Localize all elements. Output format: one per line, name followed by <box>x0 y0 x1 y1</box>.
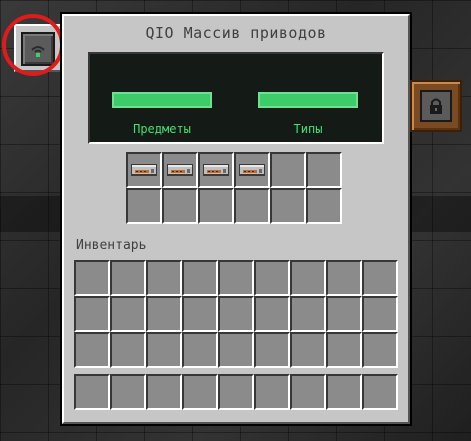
inventory-slot[interactable] <box>254 332 290 368</box>
qio-drive-icon <box>167 164 193 176</box>
hotbar-slot[interactable] <box>218 374 254 410</box>
inventory-slot[interactable] <box>218 296 254 332</box>
side-tab-right <box>410 80 462 132</box>
inventory-slot[interactable] <box>326 332 362 368</box>
drive-slot[interactable] <box>126 152 162 188</box>
inventory-slot[interactable] <box>182 296 218 332</box>
drive-slot[interactable] <box>234 152 270 188</box>
inventory-slot[interactable] <box>254 260 290 296</box>
inventory-slot[interactable] <box>290 296 326 332</box>
stats-screen: Предметы Типы <box>88 52 384 144</box>
signal-icon <box>31 46 45 57</box>
inventory-slot[interactable] <box>362 332 398 368</box>
hotbar-slot[interactable] <box>182 374 218 410</box>
lock-icon <box>430 98 442 114</box>
qio-drive-icon <box>203 164 229 176</box>
items-bar <box>112 92 212 108</box>
lock-button[interactable] <box>420 90 452 122</box>
inventory-slot[interactable] <box>182 260 218 296</box>
inventory-slot[interactable] <box>74 332 110 368</box>
inventory-slot[interactable] <box>146 332 182 368</box>
hotbar-slot[interactable] <box>326 374 362 410</box>
inventory-slot[interactable] <box>290 332 326 368</box>
drive-slot[interactable] <box>306 152 342 188</box>
inventory-slot[interactable] <box>110 296 146 332</box>
window-title: QIO Массив приводов <box>145 24 327 42</box>
drive-slot[interactable] <box>162 152 198 188</box>
inventory-slot[interactable] <box>254 296 290 332</box>
drive-slot[interactable] <box>198 152 234 188</box>
types-label: Типы <box>293 122 323 136</box>
hotbar-slot[interactable] <box>290 374 326 410</box>
inventory-label: Инвентарь <box>76 238 147 253</box>
signal-button[interactable] <box>21 32 55 66</box>
inventory-slot[interactable] <box>362 296 398 332</box>
inventory-slot[interactable] <box>182 332 218 368</box>
inventory-slot[interactable] <box>362 260 398 296</box>
hotbar-slot[interactable] <box>146 374 182 410</box>
drive-slot[interactable] <box>198 188 234 224</box>
drive-slot[interactable] <box>306 188 342 224</box>
side-tab-left <box>14 24 62 72</box>
inventory-slot[interactable] <box>218 332 254 368</box>
drive-slot[interactable] <box>270 188 306 224</box>
hotbar-slot[interactable] <box>110 374 146 410</box>
qio-drive-array-panel: QIO Массив приводов Предметы Типы Инвент… <box>60 12 412 426</box>
inventory-slot[interactable] <box>146 260 182 296</box>
inventory-slot[interactable] <box>326 296 362 332</box>
inventory-slot[interactable] <box>74 296 110 332</box>
inventory-slot[interactable] <box>110 332 146 368</box>
inventory-slot[interactable] <box>218 260 254 296</box>
inventory-slot[interactable] <box>290 260 326 296</box>
drive-slot[interactable] <box>270 152 306 188</box>
inventory-slot[interactable] <box>326 260 362 296</box>
inventory-slot[interactable] <box>110 260 146 296</box>
inventory-slot[interactable] <box>74 260 110 296</box>
qio-drive-icon <box>239 164 265 176</box>
hotbar-slot[interactable] <box>254 374 290 410</box>
drive-slot[interactable] <box>162 188 198 224</box>
items-label: Предметы <box>133 122 191 136</box>
types-bar <box>258 92 358 108</box>
qio-drive-icon <box>131 164 157 176</box>
drive-slot[interactable] <box>234 188 270 224</box>
hotbar-slot[interactable] <box>362 374 398 410</box>
drive-slot[interactable] <box>126 188 162 224</box>
inventory-slot[interactable] <box>146 296 182 332</box>
hotbar-slot[interactable] <box>74 374 110 410</box>
